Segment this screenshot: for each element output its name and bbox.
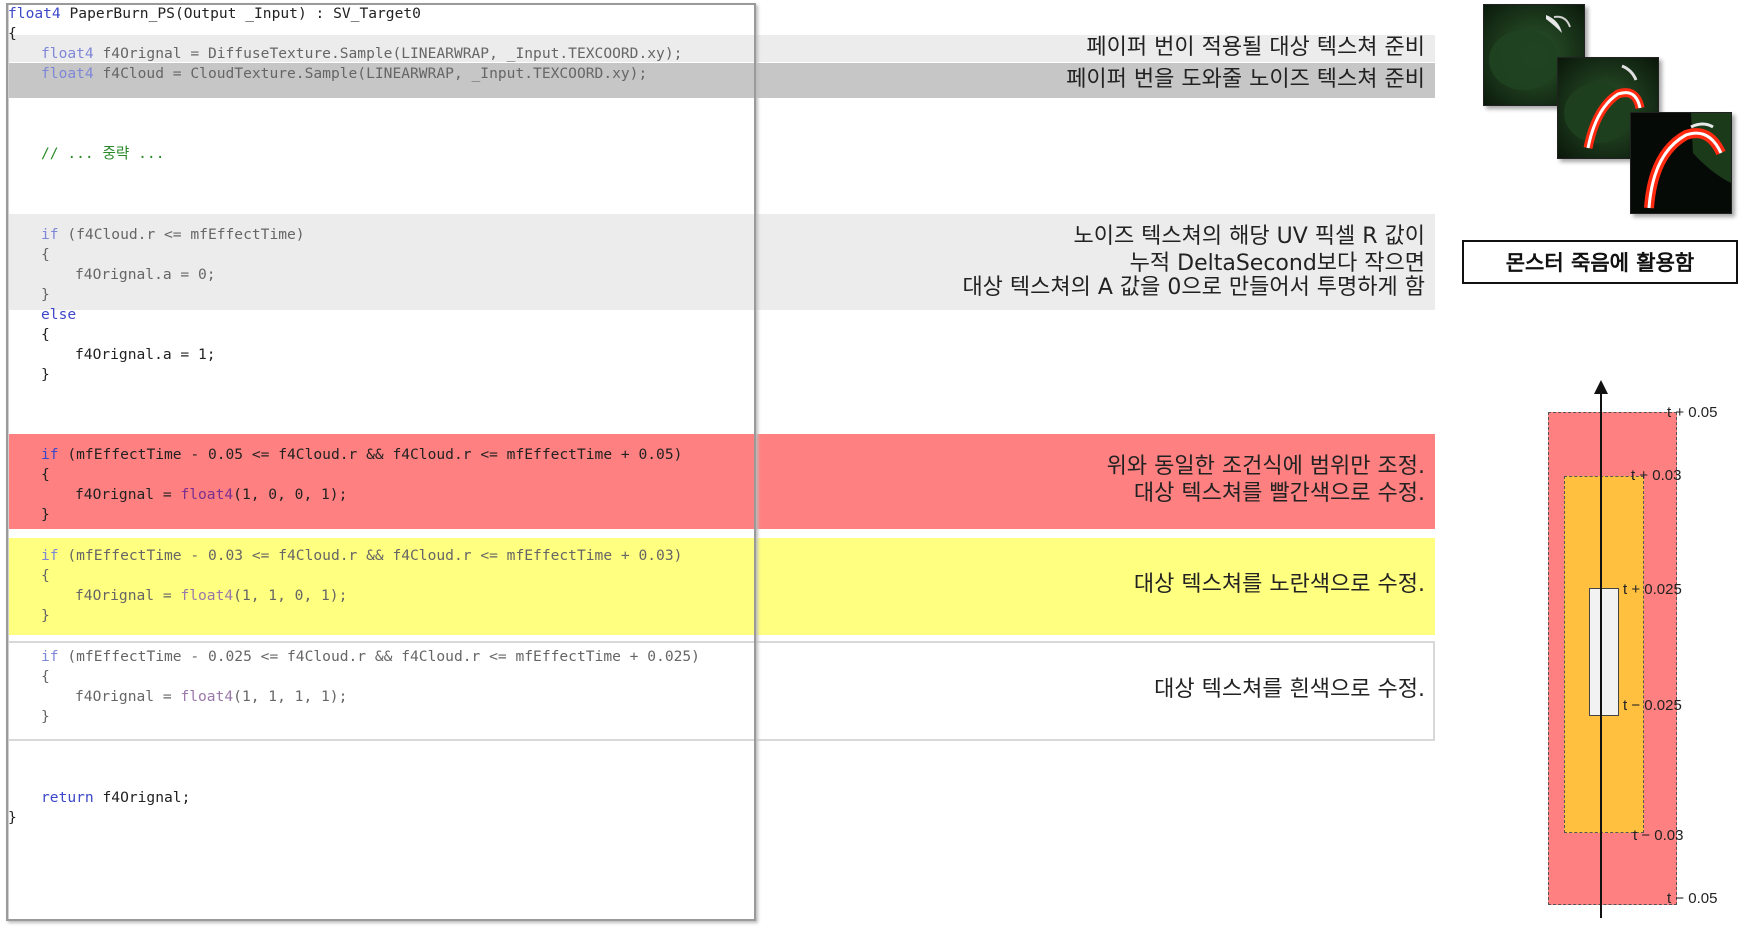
code-token: (mfEffectTime - 0.05 <= f4Cloud.r && f4C…: [58, 446, 683, 463]
annotation-alpha-rule-1: 노이즈 텍스쳐의 해당 UV 픽셀 R 값이: [1073, 224, 1425, 249]
code-token: f4Orignal =: [75, 587, 181, 604]
time-axis-line: [1600, 390, 1602, 918]
label-t-plus-003: t + 0.03: [1631, 467, 1682, 484]
cloud-sample-line: float4 f4Cloud = CloudTexture.Sample(LIN…: [41, 63, 647, 85]
code-line: {: [41, 466, 50, 483]
code-token: (1, 0, 0, 1);: [233, 486, 348, 503]
if-yellow-line: if (mfEffectTime - 0.03 <= f4Cloud.r && …: [41, 545, 682, 567]
code-line: }: [41, 506, 50, 523]
code-token: PaperBurn_PS(Output _Input) : SV_Target0: [60, 5, 421, 22]
code-line: }: [41, 708, 50, 725]
else-line: else: [41, 306, 77, 323]
code-token: f4Orignal;: [93, 789, 191, 806]
set-yellow-line: f4Orignal = float4(1, 1, 0, 1);: [75, 585, 347, 607]
code-token: (1, 1, 0, 1);: [233, 587, 348, 604]
code-token: f4Cloud = CloudTexture.Sample(LINEARWRAP…: [93, 65, 648, 82]
code-token: f4Orignal =: [75, 486, 181, 503]
set-red-line: f4Orignal = float4(1, 0, 0, 1);: [75, 484, 347, 506]
label-t-plus-005: t + 0.05: [1667, 404, 1718, 421]
label-t-minus-005: t − 0.05: [1667, 890, 1718, 907]
annotation-red-2: 대상 텍스쳐를 빨간색으로 수정.: [1133, 481, 1425, 506]
code-comment-line: // ... 중략 ...: [41, 145, 165, 162]
annotation-target-texture: 페이퍼 번이 적용될 대상 텍스쳐 준비: [1086, 35, 1425, 60]
usage-caption-box: 몬스터 죽음에 활용함: [1462, 240, 1738, 284]
code-token: (1, 1, 1, 1);: [233, 688, 348, 705]
label-t-minus-003: t − 0.03: [1633, 827, 1684, 844]
code-token: float4: [180, 486, 234, 503]
range-diagram: t + 0.05 t + 0.03 t + 0.025 t − 0.025 t …: [1535, 380, 1747, 928]
code-line: {: [8, 25, 17, 42]
code-token: float4: [180, 688, 234, 705]
code-token: (f4Cloud.r <= mfEffectTime): [58, 226, 305, 243]
label-t-plus-0025: t + 0.025: [1623, 581, 1682, 598]
range-band-white: [1589, 588, 1619, 716]
code-token: return: [41, 789, 94, 806]
annotation-noise-texture: 페이퍼 번을 도와줄 노이즈 텍스쳐 준비: [1066, 67, 1425, 92]
return-line: return f4Orignal;: [41, 787, 190, 809]
if-red-line: if (mfEffectTime - 0.05 <= f4Cloud.r && …: [41, 444, 682, 466]
code-line: }: [41, 607, 50, 624]
diffuse-sample-line: float4 f4Orignal = DiffuseTexture.Sample…: [41, 43, 682, 65]
axis-up-arrow-icon: [1594, 380, 1608, 394]
code-token: if: [41, 547, 59, 564]
label-t-minus-0025: t − 0.025: [1623, 697, 1682, 714]
code-token: f4Orignal =: [75, 688, 181, 705]
annotation-alpha-rule-3: 대상 텍스쳐의 A 값을 0으로 만들어서 투명하게 함: [962, 275, 1425, 300]
code-line: {: [41, 246, 50, 263]
code-line: {: [41, 668, 50, 685]
code-token: if: [41, 648, 59, 665]
monster-burn-image-3: [1631, 113, 1731, 213]
code-line: {: [41, 567, 50, 584]
code-line: {: [41, 326, 50, 343]
code-token: float4: [180, 587, 234, 604]
code-line: }: [8, 809, 17, 826]
code-line: }: [41, 366, 50, 383]
annotation-yellow: 대상 텍스쳐를 노란색으로 수정.: [1133, 572, 1425, 597]
monster-burn-frame-3: [1630, 112, 1732, 214]
code-line: f4Orignal.a = 1;: [75, 346, 216, 363]
set-white-line: f4Orignal = float4(1, 1, 1, 1);: [75, 686, 347, 708]
function-signature-line: float4 PaperBurn_PS(Output _Input) : SV_…: [8, 3, 421, 25]
code-token: f4Orignal = DiffuseTexture.Sample(LINEAR…: [93, 45, 683, 62]
if-white-line: if (mfEffectTime - 0.025 <= f4Cloud.r &&…: [41, 646, 700, 668]
code-token: float4: [41, 65, 94, 82]
code-line: f4Orignal.a = 0;: [75, 266, 216, 283]
usage-caption: 몬스터 죽음에 활용함: [1505, 251, 1695, 275]
annotation-white: 대상 텍스쳐를 흰색으로 수정.: [1154, 677, 1425, 702]
code-line: }: [41, 286, 50, 303]
code-token: if: [41, 226, 59, 243]
annotation-red-1: 위와 동일한 조건식에 범위만 조정.: [1106, 454, 1425, 479]
editor-gutter-line: [8, 5, 9, 919]
code-token: if: [41, 446, 59, 463]
code-token: (mfEffectTime - 0.025 <= f4Cloud.r && f4…: [58, 648, 700, 665]
if-alpha-line: if (f4Cloud.r <= mfEffectTime): [41, 224, 305, 246]
code-token: float4: [8, 5, 61, 22]
code-token: (mfEffectTime - 0.03 <= f4Cloud.r && f4C…: [58, 547, 683, 564]
code-token: float4: [41, 45, 94, 62]
